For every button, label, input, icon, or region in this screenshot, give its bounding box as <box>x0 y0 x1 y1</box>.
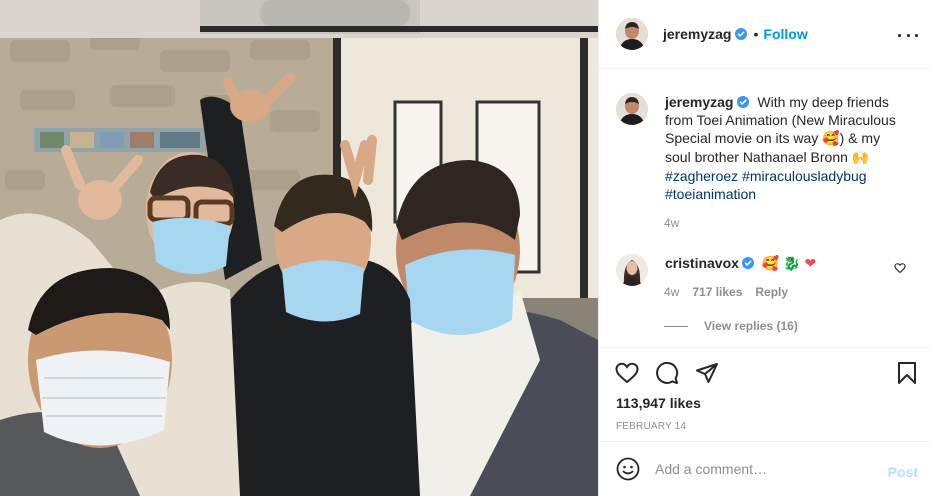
avatar-image <box>616 93 648 125</box>
more-options-icon[interactable] <box>898 25 918 45</box>
caption: jeremyzag With my deep friends from Toei… <box>616 93 916 203</box>
verified-badge-icon <box>741 257 754 269</box>
heart-icon[interactable] <box>615 361 639 385</box>
author-username[interactable]: jeremyzag <box>663 26 731 42</box>
view-replies-label: View replies (16) <box>704 319 798 333</box>
post-photo[interactable] <box>0 0 598 496</box>
avatar-image <box>616 254 648 286</box>
comment: cristinavox 🥰 🐉 ❤ <box>616 254 916 286</box>
caption-timestamp[interactable]: 4w <box>664 216 679 230</box>
replies-divider <box>664 325 688 327</box>
hashtag-link[interactable]: #miraculousladybug <box>742 168 867 184</box>
dragon-emoji: 🐉 <box>783 256 801 272</box>
comment-likes-count[interactable]: 717 likes <box>692 285 742 299</box>
photo-illustration <box>0 0 598 496</box>
commenter-username[interactable]: cristinavox <box>665 255 739 271</box>
commenter-avatar[interactable] <box>616 254 648 286</box>
view-replies-button[interactable]: View replies (16) <box>664 319 798 333</box>
comment-text: cristinavox 🥰 🐉 ❤ <box>665 254 816 286</box>
emoji-picker-icon[interactable] <box>616 457 640 481</box>
comment-icon[interactable] <box>655 361 679 385</box>
header-separator: • <box>753 26 759 42</box>
avatar-image <box>616 18 648 50</box>
post-details-panel: jeremyzag • Follow jeremyzag With my dee… <box>598 0 931 496</box>
add-comment-bar: Post <box>599 441 931 496</box>
caption-text: jeremyzag With my deep friends from Toei… <box>665 93 905 203</box>
post-header: jeremyzag • Follow <box>599 0 931 69</box>
comments-list[interactable]: jeremyzag With my deep friends from Toei… <box>599 70 931 347</box>
verified-badge-icon <box>735 28 748 40</box>
smiling-face-hearts-emoji: 🥰 <box>761 256 780 272</box>
post-actions: 113,947 likes FEBRUARY 14 <box>599 347 931 441</box>
share-icon[interactable] <box>695 361 719 385</box>
hashtag-link[interactable]: #toeianimation <box>665 186 756 202</box>
verified-badge-icon <box>737 96 750 108</box>
hashtag-link[interactable]: #zagheroez <box>665 168 738 184</box>
post-comment-button[interactable]: Post <box>888 464 918 480</box>
reply-button[interactable]: Reply <box>755 285 788 299</box>
instagram-post: jeremyzag • Follow jeremyzag With my dee… <box>0 0 931 496</box>
caption-username[interactable]: jeremyzag <box>665 94 733 110</box>
comment-like-heart-icon[interactable] <box>894 262 906 274</box>
author-avatar[interactable] <box>616 18 648 50</box>
bookmark-icon[interactable] <box>895 361 919 385</box>
follow-button[interactable]: Follow <box>763 26 807 42</box>
likes-count[interactable]: 113,947 likes <box>616 395 701 411</box>
red-heart-emoji: ❤ <box>804 256 817 272</box>
post-date[interactable]: FEBRUARY 14 <box>616 421 686 432</box>
comment-meta: 4w 717 likes Reply <box>664 285 788 299</box>
raising-hands-emoji: 🙌 <box>851 150 870 166</box>
comment-input[interactable] <box>655 461 875 477</box>
comment-timestamp[interactable]: 4w <box>664 285 679 299</box>
caption-author-avatar[interactable] <box>616 93 648 125</box>
smiling-face-hearts-emoji: 🥰 <box>822 131 840 147</box>
